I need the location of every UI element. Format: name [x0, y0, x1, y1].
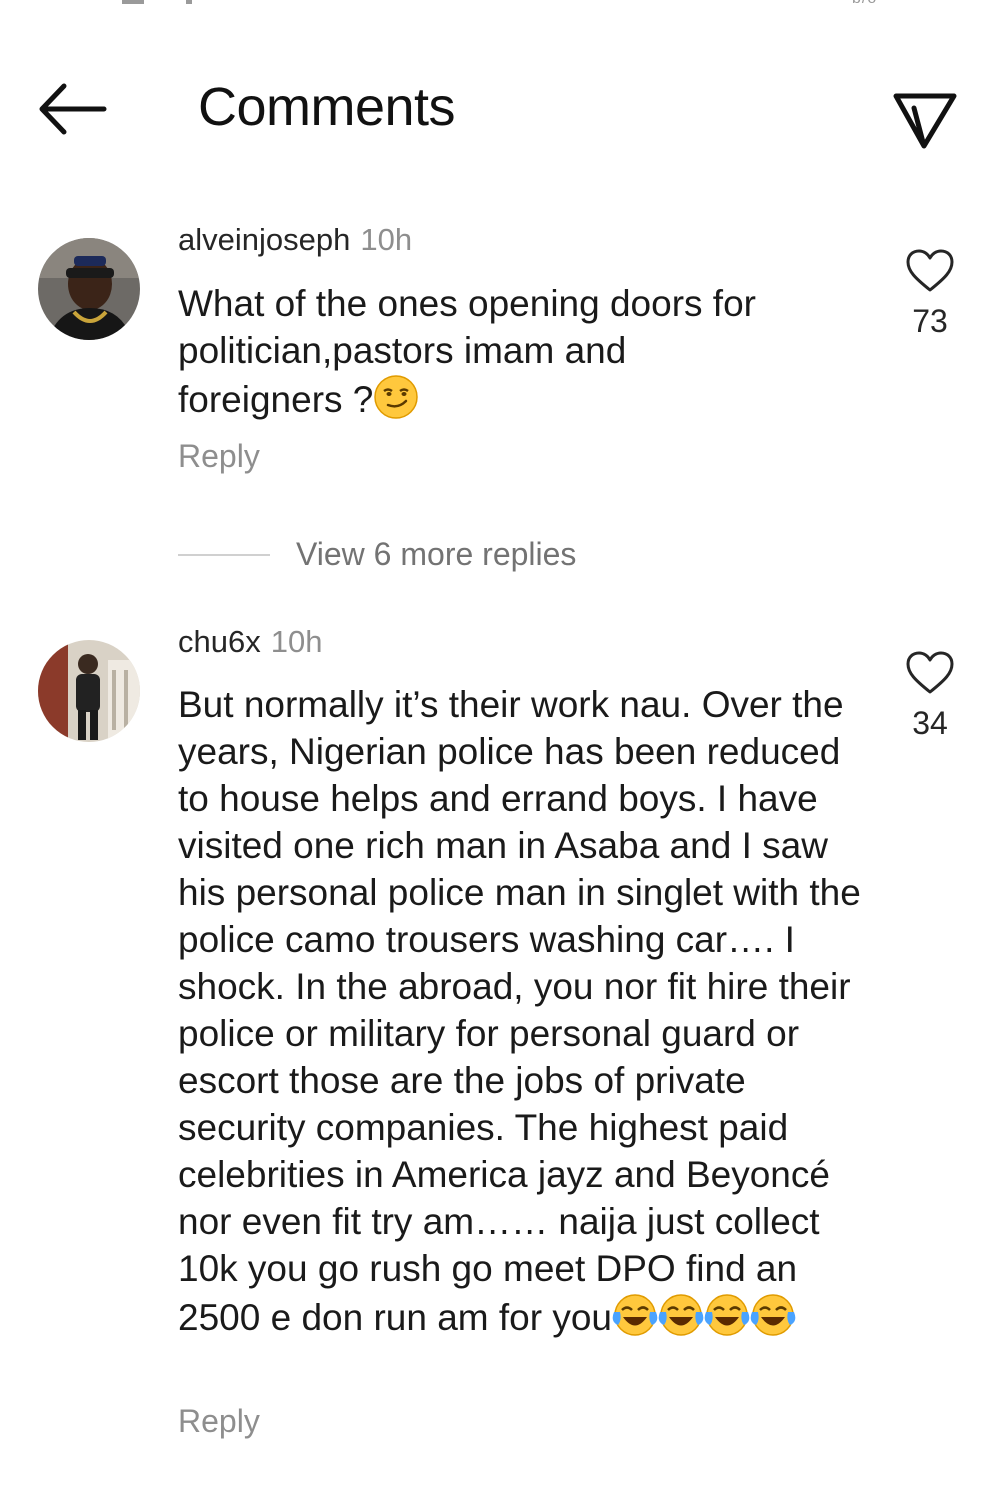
like-group: 73 — [900, 248, 960, 340]
face-with-tears-of-joy-icon — [750, 1294, 796, 1336]
comment-header: alveinjoseph 10h — [178, 222, 412, 258]
divider-line — [178, 554, 270, 556]
face-with-tears-of-joy-icon — [658, 1294, 704, 1336]
heart-icon[interactable] — [905, 248, 955, 294]
status-icon-fragment — [122, 0, 144, 4]
avatar[interactable] — [38, 238, 140, 340]
back-arrow-icon — [39, 83, 107, 135]
send-icon — [893, 93, 957, 149]
like-count: 73 — [912, 303, 948, 339]
comment-body: But normally it’s their work nau. Over t… — [178, 684, 861, 1338]
reply-button[interactable]: Reply — [178, 438, 260, 475]
status-icon-fragment — [186, 0, 192, 4]
smirking-face-icon — [374, 375, 419, 419]
view-replies-label: View 6 more replies — [296, 536, 577, 572]
status-text-fragment: b/o — [852, 0, 877, 8]
comment-text: What of the ones opening doors for polit… — [178, 280, 758, 423]
page-title: Comments — [198, 77, 456, 137]
like-count: 34 — [912, 705, 948, 741]
share-button[interactable] — [890, 74, 962, 150]
comment-username[interactable]: alveinjoseph — [178, 222, 350, 257]
back-button[interactable] — [34, 78, 110, 140]
avatar[interactable] — [38, 640, 140, 742]
avatar-photo — [38, 640, 140, 742]
comment-time: 10h — [270, 624, 323, 659]
comment-time: 10h — [360, 222, 413, 257]
comment-body: What of the ones opening doors for polit… — [178, 283, 756, 420]
header: Comments — [0, 60, 1000, 160]
like-group: 34 — [900, 650, 960, 742]
face-with-tears-of-joy-icon — [704, 1294, 750, 1336]
comment-text: But normally it’s their work nau. Over t… — [178, 681, 878, 1341]
avatar-photo — [38, 238, 140, 340]
comment-username[interactable]: chu6x — [178, 624, 261, 659]
status-bar: b/o — [0, 0, 1000, 14]
reply-button[interactable]: Reply — [178, 1403, 260, 1440]
comment-header: chu6x 10h — [178, 624, 322, 660]
face-with-tears-of-joy-icon — [612, 1294, 658, 1336]
heart-icon[interactable] — [905, 650, 955, 696]
